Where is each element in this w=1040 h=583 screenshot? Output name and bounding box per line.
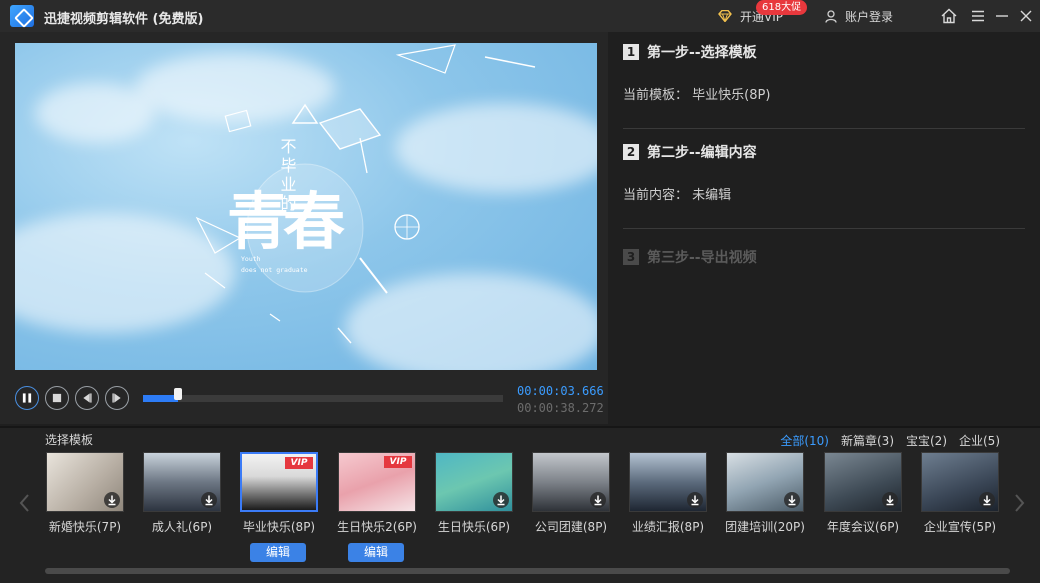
- scroll-left-icon[interactable]: [18, 492, 32, 514]
- download-icon[interactable]: [784, 492, 800, 508]
- download-icon[interactable]: [687, 492, 703, 508]
- vip-badge: VIP: [384, 456, 412, 468]
- template-name: 成人礼(6P): [151, 520, 213, 534]
- prev-frame-button[interactable]: [75, 386, 99, 410]
- download-icon[interactable]: [590, 492, 606, 508]
- step-2-title: 第二步--编辑内容: [647, 145, 757, 161]
- filter-enterprise[interactable]: 企业(5): [959, 432, 1000, 449]
- title-bar: 迅捷视频剪辑软件 (免费版) 开通VIP 618大促 账户登录: [0, 0, 1040, 32]
- template-name: 生日快乐2(6P): [337, 520, 417, 534]
- video-subtitle-2: does not graduate: [241, 266, 308, 274]
- total-time: 00:00:38.272: [517, 401, 604, 415]
- template-thumbnail[interactable]: [921, 452, 999, 512]
- diamond-icon: [718, 10, 732, 22]
- step-1-title: 第一步--选择模板: [647, 45, 757, 61]
- template-name: 毕业快乐(8P): [242, 520, 316, 534]
- close-icon[interactable]: [1017, 7, 1035, 25]
- scroll-right-icon[interactable]: [1012, 492, 1026, 514]
- step-2-info-label: 当前内容：: [623, 188, 689, 203]
- edit-template-button[interactable]: 编辑: [348, 543, 404, 562]
- current-template-value: 毕业快乐(8P): [692, 88, 771, 103]
- account-label: 账户登录: [845, 10, 894, 24]
- template-card[interactable]: 成人礼(6P): [143, 452, 223, 535]
- category-filters: 全部(10) 新篇章(3) 宝宝(2) 企业(5): [780, 432, 1000, 449]
- template-card[interactable]: VIP 生日快乐2(6P) 编辑: [337, 452, 418, 562]
- next-frame-button[interactable]: [105, 386, 129, 410]
- template-card[interactable]: VIP 毕业快乐(8P) 编辑: [240, 452, 320, 562]
- account-login-button[interactable]: 账户登录: [825, 8, 893, 25]
- template-thumbnail[interactable]: [629, 452, 707, 512]
- download-icon[interactable]: [201, 492, 217, 508]
- app-logo-icon: [10, 5, 34, 27]
- step-1-info-label: 当前模板：: [623, 88, 689, 103]
- vip-badge: VIP: [285, 457, 313, 469]
- template-card[interactable]: 生日快乐(6P): [435, 452, 515, 535]
- video-preview[interactable]: 不毕业的 青春 Youth does not graduate: [15, 43, 597, 370]
- download-icon[interactable]: [104, 492, 120, 508]
- steps-panel: 1 第一步--选择模板 当前模板： 毕业快乐(8P) 2 第二步--编辑内容 当…: [608, 32, 1040, 424]
- filter-new-chapter[interactable]: 新篇章(3): [841, 432, 894, 449]
- template-thumbnail[interactable]: [46, 452, 124, 512]
- stop-button[interactable]: [45, 386, 69, 410]
- step-2: 2 第二步--编辑内容 当前内容： 未编辑: [623, 142, 1025, 203]
- template-thumbnail[interactable]: VIP: [338, 452, 416, 512]
- download-icon[interactable]: [493, 492, 509, 508]
- home-icon[interactable]: [940, 7, 958, 25]
- step-3-number: 3: [623, 249, 639, 265]
- template-name: 企业宣传(5P): [923, 520, 997, 534]
- template-thumbnail[interactable]: [726, 452, 804, 512]
- minimize-icon[interactable]: [993, 7, 1011, 25]
- menu-icon[interactable]: [969, 7, 987, 25]
- template-card[interactable]: 年度会议(6P): [824, 452, 904, 535]
- template-thumbnail[interactable]: [824, 452, 902, 512]
- download-icon[interactable]: [979, 492, 995, 508]
- edit-template-button[interactable]: 编辑: [250, 543, 306, 562]
- app-window: 迅捷视频剪辑软件 (免费版) 开通VIP 618大促 账户登录 不毕业的 青春 …: [0, 0, 1040, 583]
- progress-bar[interactable]: [143, 388, 503, 402]
- template-name: 新婚快乐(7P): [48, 520, 122, 534]
- video-subtitle-1: Youth: [241, 255, 261, 263]
- template-thumbnail[interactable]: VIP: [240, 452, 318, 512]
- template-thumbnail[interactable]: [435, 452, 513, 512]
- pause-button[interactable]: [15, 386, 39, 410]
- template-name: 团建培训(20P): [725, 520, 805, 534]
- template-name: 年度会议(6P): [826, 520, 900, 534]
- step-1: 1 第一步--选择模板 当前模板： 毕业快乐(8P): [623, 42, 1025, 103]
- step-2-number: 2: [623, 144, 639, 160]
- filter-baby[interactable]: 宝宝(2): [906, 432, 947, 449]
- template-thumbnail[interactable]: [143, 452, 221, 512]
- template-thumbnail[interactable]: [532, 452, 610, 512]
- playback-controls: 00:00:03.666 00:00:38.272: [15, 384, 604, 415]
- template-name: 业绩汇报(8P): [631, 520, 705, 534]
- progress-handle[interactable]: [174, 388, 182, 400]
- video-big-title: 青春: [227, 185, 345, 258]
- template-card[interactable]: 团建培训(20P): [725, 452, 806, 535]
- horizontal-scrollbar[interactable]: [45, 568, 1010, 574]
- current-content-value: 未编辑: [692, 188, 732, 203]
- promo-badge: 618大促: [756, 0, 808, 15]
- app-title: 迅捷视频剪辑软件 (免费版): [44, 12, 204, 27]
- progress-fill: [143, 395, 178, 402]
- template-card[interactable]: 业绩汇报(8P): [629, 452, 709, 535]
- template-card[interactable]: 公司团建(8P): [532, 452, 612, 535]
- current-time: 00:00:03.666: [517, 384, 604, 398]
- step-3[interactable]: 3 第三步--导出视频: [623, 247, 1025, 267]
- divider: [623, 228, 1025, 229]
- preview-panel: 不毕业的 青春 Youth does not graduate 00:00:03…: [0, 32, 608, 424]
- user-icon: [825, 10, 837, 23]
- divider: [623, 128, 1025, 129]
- template-name: 公司团建(8P): [534, 520, 608, 534]
- template-name: 生日快乐(6P): [437, 520, 511, 534]
- step-1-number: 1: [623, 44, 639, 60]
- filter-all[interactable]: 全部(10): [780, 432, 829, 449]
- video-artwork: 不毕业的 青春 Youth does not graduate: [195, 44, 536, 344]
- template-strip: 选择模板 全部(10) 新篇章(3) 宝宝(2) 企业(5) 新婚快乐(7P) 成…: [0, 426, 1040, 583]
- template-card[interactable]: 企业宣传(5P): [921, 452, 1001, 535]
- step-3-title: 第三步--导出视频: [647, 250, 757, 266]
- strip-title: 选择模板: [45, 433, 94, 447]
- template-card[interactable]: 新婚快乐(7P): [46, 452, 126, 535]
- download-icon[interactable]: [882, 492, 898, 508]
